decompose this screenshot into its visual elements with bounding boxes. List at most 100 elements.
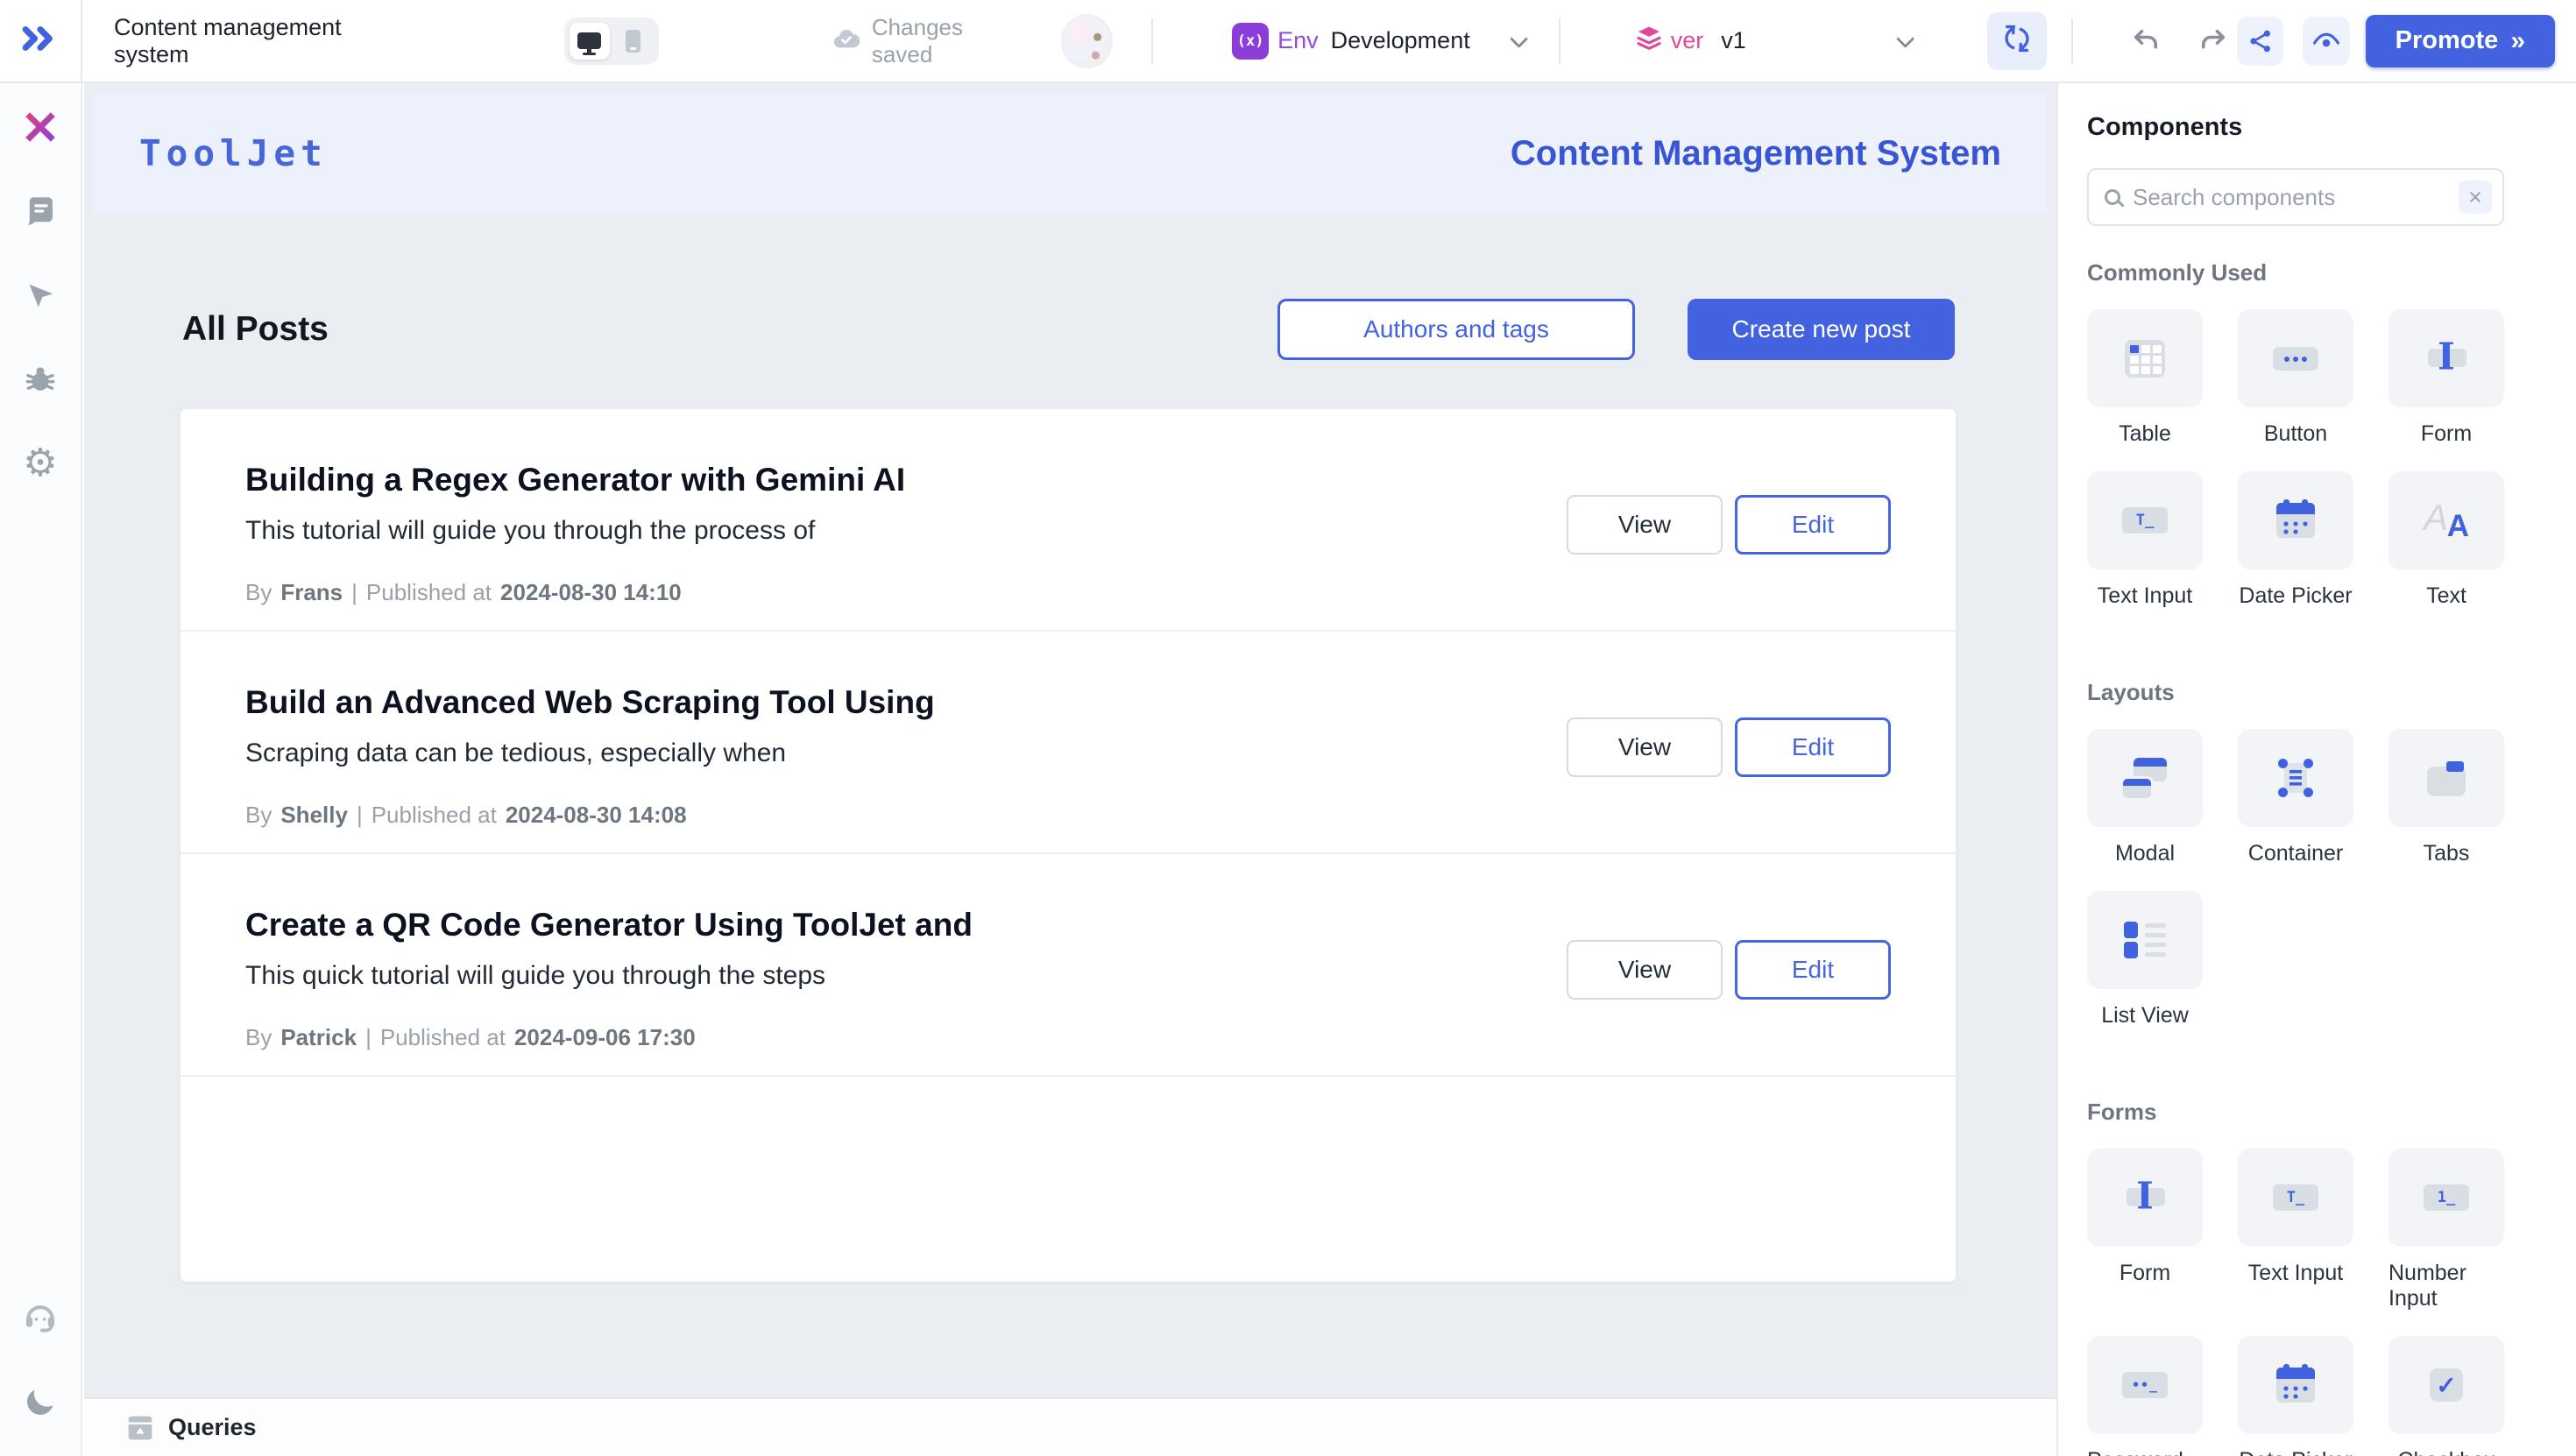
component-label: Form xyxy=(2120,1261,2170,1286)
text-input-icon xyxy=(2122,507,2168,534)
component-tile-text-input[interactable]: Text Input xyxy=(2238,1149,2353,1311)
version-selector[interactable]: ver v1 xyxy=(1634,24,1910,58)
text-icon xyxy=(2424,498,2469,542)
create-new-post-button[interactable]: Create new post xyxy=(1688,299,1955,360)
chevron-down-icon[interactable] xyxy=(1510,30,1528,48)
post-author: Frans xyxy=(280,579,343,606)
refresh-preview-button[interactable] xyxy=(1987,12,2048,70)
save-status: Changes saved xyxy=(832,14,1021,68)
layouts-grid: Modal Container Tabs List View xyxy=(2087,729,2502,1053)
environment-selector[interactable]: (x) Env Development xyxy=(1232,23,1524,60)
promote-button[interactable]: Promote » xyxy=(2366,15,2555,67)
component-label: Date Picker xyxy=(2239,1448,2352,1456)
tooljet-logo-button[interactable] xyxy=(0,0,82,81)
component-tile-text-input[interactable]: Text Input xyxy=(2087,471,2203,609)
environment-value: Development xyxy=(1331,27,1470,54)
sync-icon xyxy=(2002,24,2032,58)
cloud-check-icon xyxy=(832,26,860,55)
version-layers-icon xyxy=(1634,24,1664,58)
component-label: Form xyxy=(2421,421,2472,447)
undo-icon xyxy=(2130,25,2162,57)
post-meta: By Shelly | Published at 2024-08-30 14:0… xyxy=(245,802,1891,829)
post-author: Shelly xyxy=(280,802,348,829)
component-tile-button[interactable]: Button xyxy=(2238,309,2353,447)
container-icon xyxy=(2278,759,2313,797)
component-tile-tabs[interactable]: Tabs xyxy=(2388,729,2504,866)
sidebar-item-inspector[interactable] xyxy=(0,253,81,337)
left-sidebar: ⚙ xyxy=(0,83,82,1456)
share-button[interactable] xyxy=(2237,17,2283,66)
section-label-commonly-used: Commonly Used xyxy=(2087,259,2502,286)
edit-button[interactable]: Edit xyxy=(1735,495,1891,555)
form-icon xyxy=(2424,336,2468,380)
post-meta: By Patrick | Published at 2024-09-06 17:… xyxy=(245,1024,1891,1051)
component-tile-container[interactable]: Container xyxy=(2238,729,2353,866)
component-label: Password Input xyxy=(2087,1448,2203,1456)
meta-by-label: By xyxy=(245,1024,272,1051)
app-canvas[interactable]: ToolJet Content Management System All Po… xyxy=(84,83,2056,1456)
post-author: Patrick xyxy=(280,1024,357,1051)
sidebar-item-pages[interactable] xyxy=(0,169,81,253)
app-name[interactable]: Content management system xyxy=(114,14,408,68)
meta-by-label: By xyxy=(245,802,272,829)
component-tile-form[interactable]: Form xyxy=(2388,309,2504,447)
dark-mode-toggle[interactable] xyxy=(0,1360,81,1444)
view-button[interactable]: View xyxy=(1567,495,1723,555)
component-tile-checkbox[interactable]: Checkbox xyxy=(2388,1336,2504,1456)
component-tile-text[interactable]: Text xyxy=(2388,471,2504,609)
close-icon: × xyxy=(2468,184,2482,211)
component-tile-form[interactable]: Form xyxy=(2087,1149,2203,1311)
chevron-down-icon[interactable] xyxy=(1896,30,1914,48)
queries-label: Queries xyxy=(168,1414,257,1441)
number-input-icon xyxy=(2424,1184,2469,1211)
sidebar-item-support[interactable] xyxy=(0,1276,81,1360)
user-avatar[interactable] xyxy=(1061,14,1113,68)
component-tile-number-input[interactable]: Number Input xyxy=(2388,1149,2504,1311)
meta-published-label: Published at xyxy=(366,579,492,606)
edit-button[interactable]: Edit xyxy=(1735,940,1891,1000)
view-button[interactable]: View xyxy=(1567,717,1723,777)
redo-button[interactable] xyxy=(2190,17,2237,66)
component-tile-date-picker[interactable]: Date Picker xyxy=(2238,1336,2353,1456)
component-label: Container xyxy=(2248,841,2343,866)
modal-icon xyxy=(2123,758,2167,798)
authors-and-tags-button[interactable]: Authors and tags xyxy=(1277,299,1635,360)
component-tile-list-view[interactable]: List View xyxy=(2087,891,2203,1028)
share-icon xyxy=(2247,27,2275,55)
form-icon xyxy=(2123,1176,2167,1219)
post-title: Create a QR Code Generator Using ToolJet… xyxy=(245,907,1891,944)
eye-icon xyxy=(2311,26,2341,56)
component-label: Table xyxy=(2119,421,2171,447)
list-view-icon xyxy=(2124,920,2166,960)
moon-icon xyxy=(25,1386,57,1418)
components-panel: Components × Commonly Used Table Button … xyxy=(2056,83,2576,1456)
edit-button[interactable]: Edit xyxy=(1735,717,1891,777)
clear-search-button[interactable]: × xyxy=(2459,180,2492,214)
tooljet-logo-icon xyxy=(21,25,60,56)
desktop-view-button[interactable] xyxy=(570,23,610,60)
meta-separator: | xyxy=(357,802,363,829)
device-toggle xyxy=(564,18,659,65)
search-components-input[interactable] xyxy=(2133,184,2446,211)
component-tile-table[interactable]: Table xyxy=(2087,309,2203,447)
text-input-icon xyxy=(2273,1184,2318,1211)
meta-separator: | xyxy=(365,1024,372,1051)
queries-panel-toggle[interactable]: Queries xyxy=(84,1397,2056,1456)
component-tile-date-picker[interactable]: Date Picker xyxy=(2238,471,2353,609)
view-button[interactable]: View xyxy=(1567,940,1723,1000)
sidebar-item-settings[interactable]: ⚙ xyxy=(0,421,81,505)
canvas-logo-text: ToolJet xyxy=(139,132,328,174)
promote-label: Promote xyxy=(2396,26,2499,55)
sidebar-item-pages-active[interactable] xyxy=(0,85,81,169)
mobile-view-button[interactable] xyxy=(613,23,654,60)
sidebar-item-debugger[interactable] xyxy=(0,337,81,421)
component-tile-modal[interactable]: Modal xyxy=(2087,729,2203,866)
preview-button[interactable] xyxy=(2303,17,2349,66)
component-search[interactable]: × xyxy=(2087,168,2504,226)
canvas-app-header[interactable]: ToolJet Content Management System xyxy=(94,94,2047,213)
component-tile-password-input[interactable]: Password Input xyxy=(2087,1336,2203,1456)
post-row: Create a QR Code Generator Using ToolJet… xyxy=(180,854,1956,1077)
environment-label: Env xyxy=(1277,27,1319,54)
page-title: All Posts xyxy=(182,310,329,349)
undo-button[interactable] xyxy=(2122,17,2169,66)
